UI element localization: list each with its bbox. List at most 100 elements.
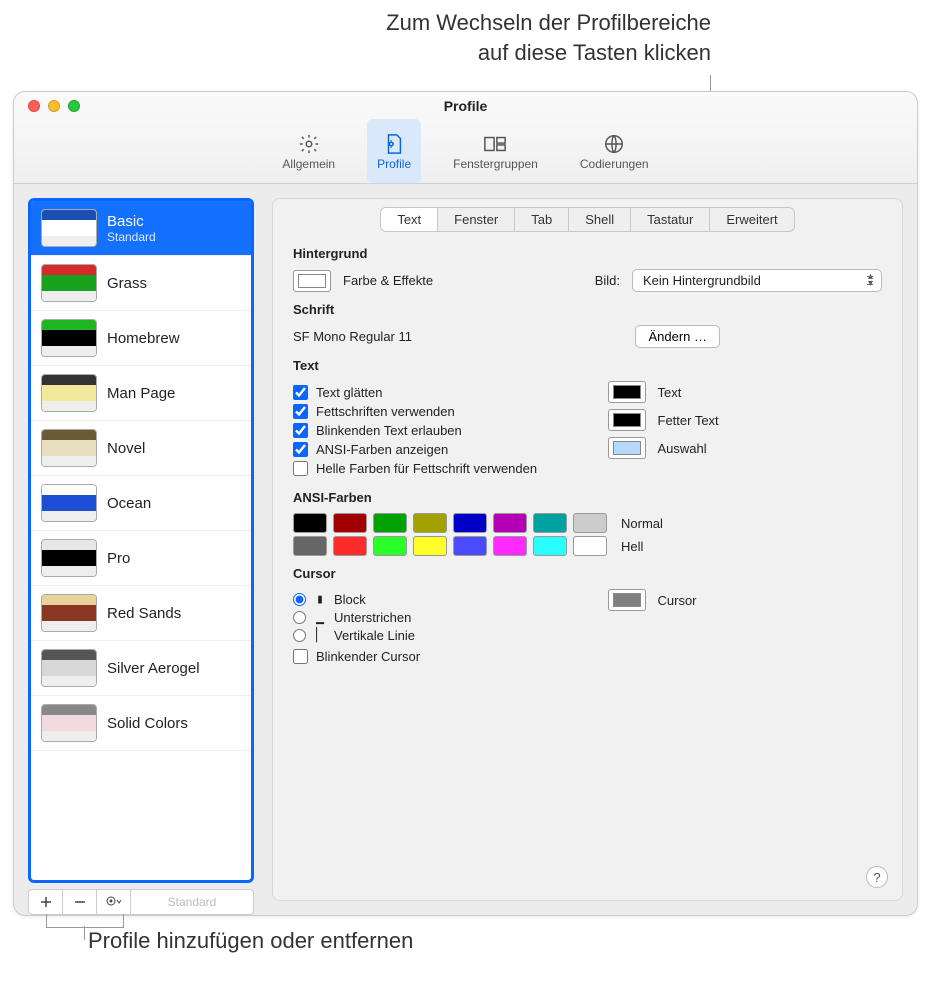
ansi-swatch[interactable]	[373, 536, 407, 556]
chevron-updown-icon: ▴▾	[868, 273, 873, 287]
ansi-swatch[interactable]	[373, 513, 407, 533]
ansi-swatch[interactable]	[573, 536, 607, 556]
block-glyph-icon: ▮	[314, 592, 326, 607]
ansi-swatch[interactable]	[453, 536, 487, 556]
preferences-window: Profile AllgemeinProfileFenstergruppenCo…	[13, 91, 918, 916]
section-heading-ansi: ANSI-Farben	[293, 490, 882, 505]
cursor-section: ▮Block ▁Unterstrichen ▏Vertikale Linie B…	[293, 589, 882, 668]
main: TextFensterTabShellTastaturErweitert Hin…	[254, 184, 917, 915]
callout-bottom-text: Profile hinzufügen oder entfernen	[88, 928, 413, 953]
callout-bottom-bracket	[46, 914, 124, 928]
profile-thumb	[41, 319, 97, 357]
font-row: SF Mono Regular 11 Ändern …	[293, 325, 882, 348]
text-color-well[interactable]	[608, 381, 646, 403]
callout-bottom: Profile hinzufügen oder entfernen	[88, 928, 413, 954]
profile-list[interactable]: BasicStandardGrassHomebrewMan PageNovelO…	[28, 198, 254, 883]
windows-icon	[482, 131, 508, 157]
ansi-swatch[interactable]	[493, 536, 527, 556]
tab-shell[interactable]: Shell	[569, 208, 631, 231]
section-heading-text: Text	[293, 358, 882, 373]
chk-bright-bold[interactable]: Helle Farben für Fettschrift verwenden	[293, 461, 568, 476]
ansi-swatch[interactable]	[293, 513, 327, 533]
gear-icon	[296, 131, 322, 157]
profile-thumb	[41, 704, 97, 742]
toolbar-allgemein[interactable]: Allgemein	[272, 119, 345, 183]
more-actions-button[interactable]	[97, 890, 131, 914]
background-image-select[interactable]: Kein Hintergrundbild ▴▾	[632, 269, 882, 292]
cursor-block-radio[interactable]: ▮Block	[293, 592, 568, 607]
callout-top: Zum Wechseln der Profilbereiche auf dies…	[0, 0, 931, 67]
vbar-glyph-icon: ▏	[314, 628, 326, 643]
ansi-swatch[interactable]	[413, 513, 447, 533]
profile-item-grass[interactable]: Grass	[31, 256, 251, 311]
tab-erweitert[interactable]: Erweitert	[710, 208, 793, 231]
callout-top-line1: Zum Wechseln der Profilbereiche	[0, 8, 711, 38]
ansi-swatch[interactable]	[293, 536, 327, 556]
background-row: Farbe & Effekte Bild: Kein Hintergrundbi…	[293, 269, 882, 292]
profile-thumb	[41, 594, 97, 632]
ansi-bright-row: Hell	[293, 536, 882, 556]
content: BasicStandardGrassHomebrewMan PageNovelO…	[14, 184, 917, 915]
ansi-swatch[interactable]	[573, 513, 607, 533]
cursor-underline-radio[interactable]: ▁Unterstrichen	[293, 610, 568, 625]
cursor-vertical-radio[interactable]: ▏Vertikale Linie	[293, 628, 568, 643]
change-font-button[interactable]: Ändern …	[635, 325, 720, 348]
help-button[interactable]: ?	[866, 866, 888, 888]
profile-thumb	[41, 374, 97, 412]
profile-thumb	[41, 264, 97, 302]
ansi-swatch[interactable]	[413, 536, 447, 556]
ansi-normal-row: Normal	[293, 513, 882, 533]
profile-item-ocean[interactable]: Ocean	[31, 476, 251, 531]
profile-item-man-page[interactable]: Man Page	[31, 366, 251, 421]
chk-ansi-colors[interactable]: ANSI-Farben anzeigen	[293, 442, 568, 457]
ansi-swatch[interactable]	[493, 513, 527, 533]
ansi-swatch[interactable]	[333, 513, 367, 533]
chk-use-bold[interactable]: Fettschriften verwenden	[293, 404, 568, 419]
font-value: SF Mono Regular 11	[293, 329, 412, 344]
profile-thumb	[41, 484, 97, 522]
chk-smooth-text[interactable]: Text glätten	[293, 385, 568, 400]
text-section: Text glätten Fettschriften verwenden Bli…	[293, 381, 882, 480]
sidebar-footer: Standard	[28, 889, 254, 915]
background-image-label: Bild:	[595, 273, 620, 288]
toolbar-codierungen[interactable]: Codierungen	[570, 119, 659, 183]
more-icon	[106, 896, 122, 908]
profile-item-basic[interactable]: BasicStandard	[31, 201, 251, 256]
profile-item-novel[interactable]: Novel	[31, 421, 251, 476]
ansi-swatch[interactable]	[333, 536, 367, 556]
plus-icon	[40, 896, 52, 908]
callout-bottom-stem	[84, 926, 85, 940]
toolbar-fenstergruppen[interactable]: Fenstergruppen	[443, 119, 548, 183]
profile-item-pro[interactable]: Pro	[31, 531, 251, 586]
profile-item-red-sands[interactable]: Red Sands	[31, 586, 251, 641]
chk-allow-blink[interactable]: Blinkenden Text erlauben	[293, 423, 568, 438]
cursor-color-well[interactable]	[608, 589, 646, 611]
tab-tastatur[interactable]: Tastatur	[631, 208, 710, 231]
background-color-label: Farbe & Effekte	[343, 273, 433, 288]
section-heading-background: Hintergrund	[293, 246, 882, 261]
tab-fenster[interactable]: Fenster	[438, 208, 515, 231]
cursor-color-label: Cursor	[658, 593, 697, 608]
tab-tab[interactable]: Tab	[515, 208, 569, 231]
toolbar-profile[interactable]: Profile	[367, 119, 421, 183]
section-heading-cursor: Cursor	[293, 566, 882, 581]
add-profile-button[interactable]	[29, 890, 63, 914]
profile-thumb	[41, 429, 97, 467]
profile-item-solid-colors[interactable]: Solid Colors	[31, 696, 251, 751]
profile-item-silver-aerogel[interactable]: Silver Aerogel	[31, 641, 251, 696]
ansi-swatch[interactable]	[533, 536, 567, 556]
sidebar: BasicStandardGrassHomebrewMan PageNovelO…	[14, 184, 254, 915]
underline-glyph-icon: ▁	[314, 610, 326, 625]
text-color-well[interactable]	[608, 437, 646, 459]
chk-blinking-cursor[interactable]: Blinkender Cursor	[293, 649, 568, 664]
text-color-wells: TextFetter TextAuswahl	[608, 381, 883, 480]
background-color-well[interactable]	[293, 270, 331, 292]
ansi-swatch[interactable]	[533, 513, 567, 533]
profile-thumb	[41, 649, 97, 687]
remove-profile-button[interactable]	[63, 890, 97, 914]
ansi-swatch[interactable]	[453, 513, 487, 533]
set-default-button[interactable]: Standard	[131, 890, 253, 914]
tab-text[interactable]: Text	[381, 208, 438, 231]
text-color-well[interactable]	[608, 409, 646, 431]
profile-item-homebrew[interactable]: Homebrew	[31, 311, 251, 366]
